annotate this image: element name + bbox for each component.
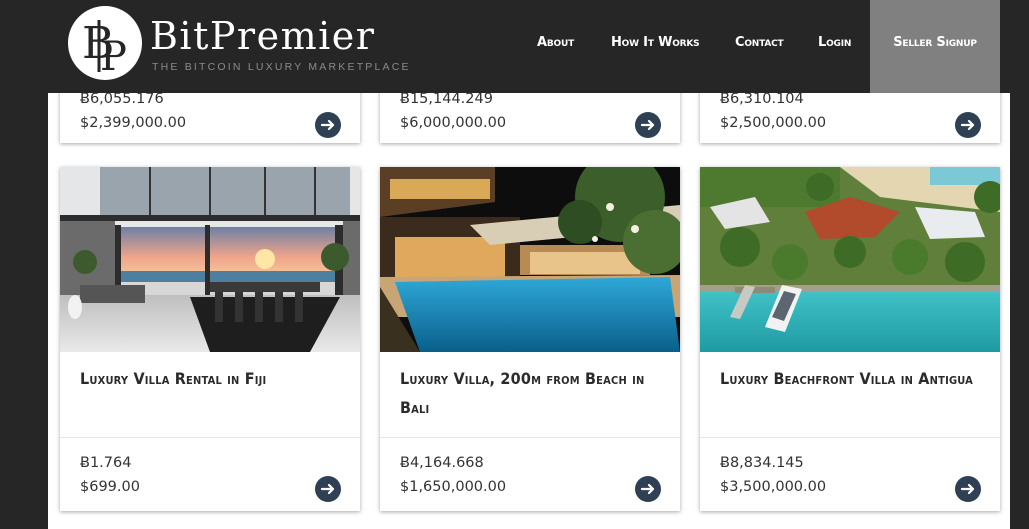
usd-price: $2,399,000.00: [80, 115, 187, 131]
btc-price: Ƀ6,055.176: [80, 91, 164, 107]
nav-about[interactable]: About: [537, 35, 574, 50]
nav-contact[interactable]: Contact: [735, 35, 784, 50]
card-divider: [700, 437, 1000, 438]
view-listing-button[interactable]: [635, 112, 661, 138]
listing-title[interactable]: Luxury Beachfront Villa in Antigua: [720, 364, 980, 393]
btc-price: Ƀ15,144.249: [400, 91, 493, 107]
btc-price: Ƀ8,834.145: [720, 455, 804, 471]
nav-how-it-works[interactable]: How It Works: [611, 35, 700, 50]
listing-photo[interactable]: [60, 167, 360, 352]
listing-title[interactable]: Luxury Villa Rental in Fiji: [80, 364, 340, 393]
arrow-right-icon: [640, 119, 655, 131]
listing-title[interactable]: Luxury Villa, 200m from Beach in Bali: [400, 364, 660, 422]
card-divider: [60, 437, 360, 438]
btc-price: Ƀ6,310.104: [720, 91, 804, 107]
btc-price: Ƀ1.764: [80, 455, 132, 471]
view-listing-button[interactable]: [315, 112, 341, 138]
usd-price: $699.00: [80, 479, 140, 495]
arrow-right-icon: [960, 119, 975, 131]
listing-card[interactable]: Luxury Beachfront Villa in Antigua Ƀ8,83…: [700, 167, 1000, 511]
listing-card[interactable]: Luxury Villa Rental in Fiji Ƀ1.764 $699.…: [60, 167, 360, 511]
seller-signup-label: Seller Signup: [893, 35, 977, 50]
listing-photo[interactable]: [700, 167, 1000, 352]
view-listing-button[interactable]: [955, 476, 981, 502]
usd-price: $3,500,000.00: [720, 479, 827, 495]
listing-photo[interactable]: [380, 167, 680, 352]
usd-price: $1,650,000.00: [400, 479, 507, 495]
view-listing-button[interactable]: [315, 476, 341, 502]
arrow-right-icon: [320, 483, 335, 495]
usd-price: $6,000,000.00: [400, 115, 507, 131]
main-nav: About How It Works Contact Login Seller …: [0, 0, 1029, 93]
nav-login[interactable]: Login: [818, 35, 851, 50]
listings-panel: Ƀ6,055.176 $2,399,000.00 Ƀ15,144.249 $6,…: [48, 83, 1010, 529]
listing-card[interactable]: Luxury Villa, 200m from Beach in Bali Ƀ4…: [380, 167, 680, 511]
arrow-right-icon: [960, 483, 975, 495]
usd-price: $2,500,000.00: [720, 115, 827, 131]
card-divider: [380, 437, 680, 438]
site-header: B P BitPremier THE BITCOIN LUXURY MARKET…: [0, 0, 1029, 93]
seller-signup-button[interactable]: Seller Signup: [870, 0, 1000, 93]
arrow-right-icon: [320, 119, 335, 131]
view-listing-button[interactable]: [955, 112, 981, 138]
view-listing-button[interactable]: [635, 476, 661, 502]
btc-price: Ƀ4,164.668: [400, 455, 484, 471]
arrow-right-icon: [640, 483, 655, 495]
